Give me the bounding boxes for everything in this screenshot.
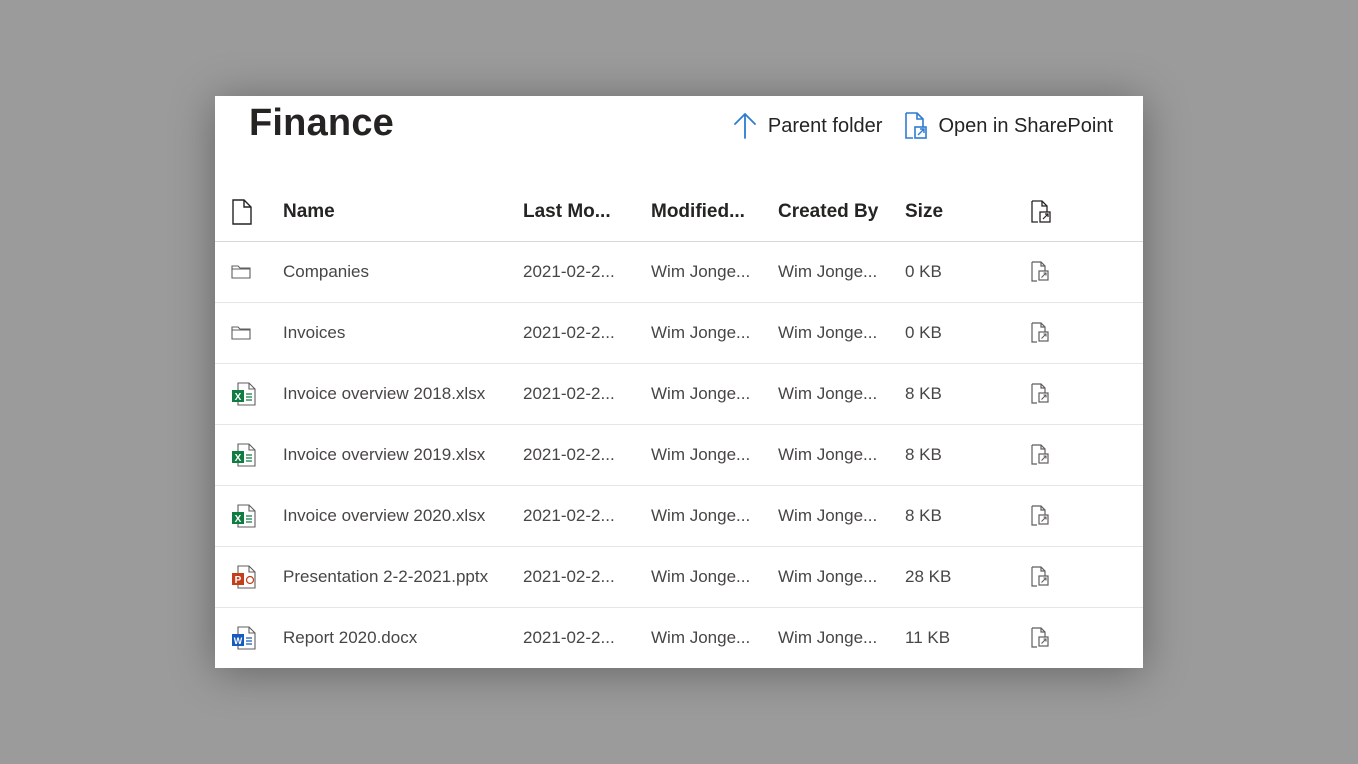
modified-by: Wim Jonge... — [651, 262, 751, 281]
open-column-header — [1030, 182, 1060, 241]
open-in-sharepoint-icon — [1030, 199, 1052, 224]
file-type-header[interactable] — [231, 182, 261, 241]
arrow-up-icon — [732, 112, 758, 140]
open-in-sharepoint-icon — [1030, 444, 1050, 466]
file-name[interactable]: Invoice overview 2020.xlsx — [283, 486, 513, 546]
table-row[interactable]: X Invoice overview 2020.xlsx 2021-02-2..… — [215, 486, 1143, 547]
file-name[interactable]: Invoice overview 2018.xlsx — [283, 364, 513, 424]
file-size: 11 KB — [905, 628, 951, 647]
file-size: 28 KB — [905, 567, 952, 586]
modified-by: Wim Jonge... — [651, 506, 751, 525]
word-icon: W — [231, 625, 257, 651]
table-row[interactable]: Companies 2021-02-2... Wim Jonge... Wim … — [215, 242, 1143, 303]
open-in-sharepoint-button[interactable] — [1030, 486, 1060, 546]
modified-by: Wim Jonge... — [651, 384, 751, 403]
open-in-sharepoint-button[interactable] — [1030, 364, 1060, 424]
table-row[interactable]: X Invoice overview 2018.xlsx 2021-02-2..… — [215, 364, 1143, 425]
file-size: 0 KB — [905, 323, 942, 342]
file-size: 8 KB — [905, 384, 942, 403]
table-row[interactable]: X Invoice overview 2019.xlsx 2021-02-2..… — [215, 425, 1143, 486]
last-modified: 2021-02-2... — [523, 384, 615, 403]
open-in-sharepoint-label: Open in SharePoint — [938, 114, 1113, 137]
created-by: Wim Jonge... — [778, 506, 878, 525]
file-name[interactable]: Companies — [283, 242, 513, 302]
modified-by: Wim Jonge... — [651, 323, 751, 342]
name-column-header[interactable]: Name — [283, 182, 513, 241]
file-icon — [231, 198, 253, 225]
open-in-sharepoint-button[interactable]: Open in SharePoint — [904, 112, 1113, 140]
table-row[interactable]: W Report 2020.docx 2021-02-2... Wim Jong… — [215, 608, 1143, 668]
svg-text:X: X — [235, 392, 242, 403]
excel-icon: X — [231, 442, 257, 468]
svg-text:X: X — [235, 514, 242, 525]
last-modified: 2021-02-2... — [523, 567, 615, 586]
created-by-column-header[interactable]: Created By — [778, 182, 890, 241]
modified-by: Wim Jonge... — [651, 567, 751, 586]
last-modified: 2021-02-2... — [523, 262, 615, 281]
file-name[interactable]: Report 2020.docx — [283, 608, 513, 668]
svg-text:X: X — [235, 453, 242, 464]
created-by: Wim Jonge... — [778, 445, 878, 464]
open-in-sharepoint-button[interactable] — [1030, 608, 1060, 668]
table-header: Name Last Mo... Modified... Created By S… — [215, 182, 1143, 242]
open-in-sharepoint-icon — [1030, 566, 1050, 588]
size-column-header[interactable]: Size — [905, 182, 985, 241]
open-in-sharepoint-button[interactable] — [1030, 303, 1060, 363]
modified-by: Wim Jonge... — [651, 628, 751, 647]
open-in-sharepoint-icon — [1030, 627, 1050, 649]
table-body: Companies 2021-02-2... Wim Jonge... Wim … — [215, 242, 1143, 668]
open-in-sharepoint-icon — [1030, 261, 1050, 283]
excel-icon: X — [231, 503, 257, 529]
file-size: 8 KB — [905, 445, 942, 464]
modified-by: Wim Jonge... — [651, 445, 751, 464]
modified-by-column-header[interactable]: Modified... — [651, 182, 763, 241]
svg-text:W: W — [234, 636, 243, 646]
last-modified: 2021-02-2... — [523, 445, 615, 464]
parent-folder-label: Parent folder — [767, 114, 883, 137]
created-by: Wim Jonge... — [778, 567, 878, 586]
powerpoint-icon: P — [231, 564, 257, 590]
file-name[interactable]: Invoices — [283, 303, 513, 363]
created-by: Wim Jonge... — [778, 323, 878, 342]
open-in-sharepoint-button[interactable] — [1030, 425, 1060, 485]
created-by: Wim Jonge... — [778, 628, 878, 647]
last-modified: 2021-02-2... — [523, 323, 615, 342]
file-size: 8 KB — [905, 506, 942, 525]
folder-icon — [231, 264, 251, 280]
table-row[interactable]: P Presentation 2-2-2021.pptx 2021-02-2..… — [215, 547, 1143, 608]
last-modified: 2021-02-2... — [523, 506, 615, 525]
open-in-sharepoint-icon — [1030, 505, 1050, 527]
page-title: Finance — [249, 102, 394, 144]
file-name[interactable]: Invoice overview 2019.xlsx — [283, 425, 513, 485]
created-by: Wim Jonge... — [778, 384, 878, 403]
open-in-sharepoint-icon — [904, 112, 928, 140]
excel-icon: X — [231, 381, 257, 407]
toolbar: Parent folder Open in SharePoint — [732, 112, 1113, 140]
created-by: Wim Jonge... — [778, 262, 878, 281]
parent-folder-button[interactable]: Parent folder — [732, 112, 883, 140]
file-size: 0 KB — [905, 262, 942, 281]
file-name[interactable]: Presentation 2-2-2021.pptx — [283, 547, 513, 607]
open-in-sharepoint-icon — [1030, 383, 1050, 405]
open-in-sharepoint-icon — [1030, 322, 1050, 344]
svg-text:P: P — [235, 575, 242, 586]
open-in-sharepoint-button[interactable] — [1030, 547, 1060, 607]
last-modified: 2021-02-2... — [523, 628, 615, 647]
open-in-sharepoint-button[interactable] — [1030, 242, 1060, 302]
table-row[interactable]: Invoices 2021-02-2... Wim Jonge... Wim J… — [215, 303, 1143, 364]
file-table: Name Last Mo... Modified... Created By S… — [215, 182, 1143, 668]
folder-icon — [231, 325, 251, 341]
file-browser-card: Finance Parent folder Open in SharePoint… — [215, 96, 1143, 668]
last-modified-column-header[interactable]: Last Mo... — [523, 182, 635, 241]
